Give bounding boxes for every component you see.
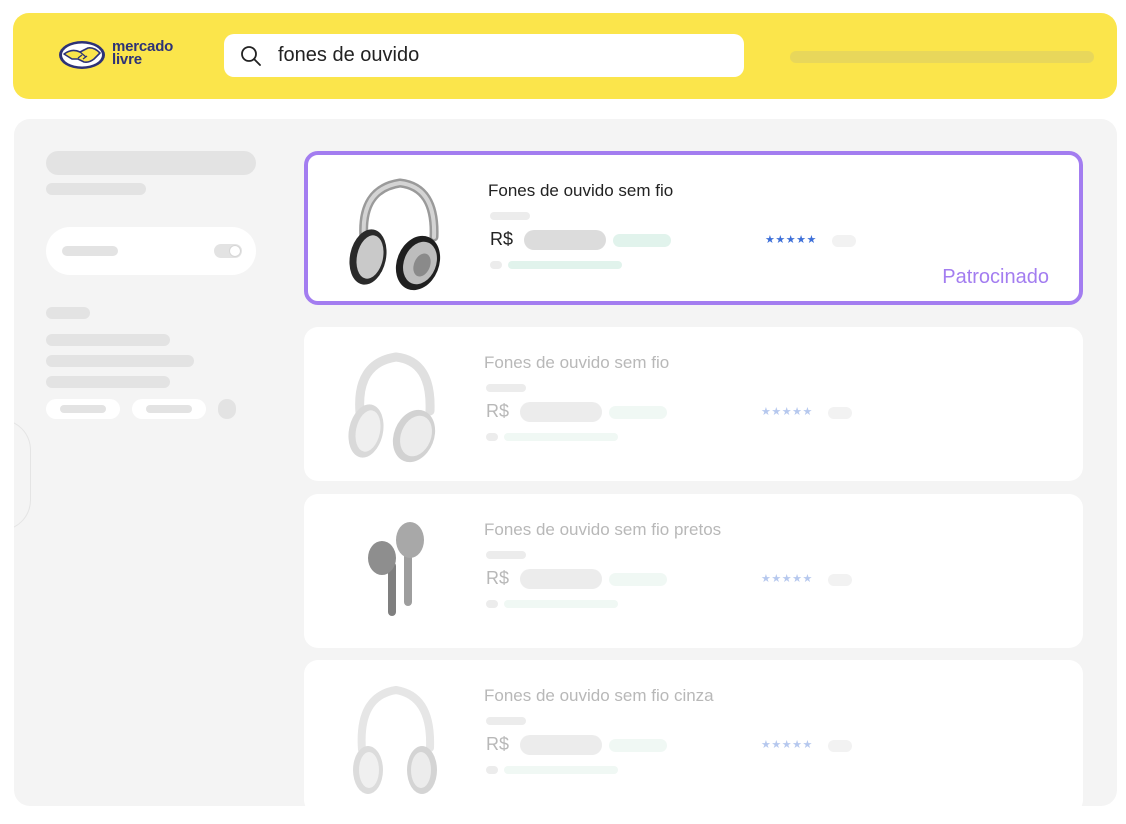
toggle-switch[interactable] [214, 244, 242, 258]
rating-count-skeleton [828, 574, 852, 586]
result-meta-dot [486, 600, 498, 608]
result-shipping-skeleton [504, 600, 618, 608]
result-subtitle-skeleton [486, 717, 526, 725]
mercado-livre-logo[interactable]: mercado livre [58, 35, 173, 75]
filter-skeleton-sub [46, 183, 146, 195]
filter-chip[interactable] [46, 399, 120, 419]
rating-count-skeleton [828, 407, 852, 419]
result-price-skeleton [520, 569, 602, 589]
result-discount-skeleton [613, 234, 671, 247]
result-title[interactable]: Fones de ouvido sem fio [488, 181, 673, 201]
headphones-light-icon [353, 685, 437, 794]
search-query[interactable]: fones de ouvido [278, 44, 419, 67]
header-placeholder-bar [790, 51, 1094, 63]
rating-count-skeleton [828, 740, 852, 752]
rating-stars: ★★★★★ [761, 739, 813, 751]
logo-wordmark: mercado livre [112, 39, 173, 67]
result-currency: R$ [486, 568, 510, 588]
result-shipping-skeleton [504, 766, 618, 774]
filter-toggle-card[interactable] [46, 227, 256, 275]
result-price-skeleton [520, 402, 602, 422]
filter-skeleton-line [46, 355, 194, 367]
headphones-white-icon [348, 352, 436, 463]
filter-skeleton-heading [46, 307, 90, 319]
result-subtitle-skeleton [486, 384, 526, 392]
result-meta-dot [486, 433, 498, 441]
result-card-sponsored[interactable]: Fones de ouvido sem fio R$ ★★★★★ Patroci… [304, 151, 1083, 305]
toggle-knob [229, 245, 241, 257]
result-currency: R$ [486, 734, 510, 754]
result-currency: R$ [490, 229, 514, 249]
result-meta-dot [490, 261, 502, 269]
filter-skeleton-title [46, 151, 256, 175]
result-meta-dot [486, 766, 498, 774]
result-shipping-skeleton [508, 261, 622, 269]
rating-stars: ★★★★★ [765, 234, 817, 246]
rating-stars: ★★★★★ [761, 406, 813, 418]
result-card[interactable]: Fones de ouvido sem fio cinza R$ ★★★★★ [304, 660, 1083, 806]
rating-stars: ★★★★★ [761, 573, 813, 585]
top-header: mercado livre fones de ouvido [13, 13, 1117, 99]
result-title[interactable]: Fones de ouvido sem fio [484, 353, 669, 373]
result-discount-skeleton [609, 406, 667, 419]
filter-skeleton-line [46, 376, 170, 388]
headphones-dark-icon [349, 178, 441, 291]
earbuds-icon [368, 522, 424, 616]
results-panel: Fones de ouvido sem fio R$ ★★★★★ Patroci… [14, 119, 1117, 806]
result-subtitle-skeleton [490, 212, 530, 220]
result-discount-skeleton [609, 573, 667, 586]
result-discount-skeleton [609, 739, 667, 752]
filter-skeleton-line [46, 334, 170, 346]
search-input[interactable]: fones de ouvido [224, 34, 744, 77]
toggle-label-skeleton [62, 246, 118, 256]
result-title[interactable]: Fones de ouvido sem fio cinza [484, 686, 714, 706]
result-subtitle-skeleton [486, 551, 526, 559]
filter-chip-more[interactable] [218, 399, 236, 419]
search-icon[interactable] [239, 44, 263, 68]
result-shipping-skeleton [504, 433, 618, 441]
result-price-skeleton [524, 230, 606, 250]
handshake-logo-icon [59, 41, 105, 69]
result-card[interactable]: Fones de ouvido sem fio R$ ★★★★★ [304, 327, 1083, 481]
sponsored-badge: Patrocinado [942, 266, 1049, 288]
result-currency: R$ [486, 401, 510, 421]
result-title[interactable]: Fones de ouvido sem fio pretos [484, 520, 721, 540]
side-decoration [14, 419, 31, 531]
rating-count-skeleton [832, 235, 856, 247]
result-price-skeleton [520, 735, 602, 755]
filter-chip[interactable] [132, 399, 206, 419]
result-card[interactable]: Fones de ouvido sem fio pretos R$ ★★★★★ [304, 494, 1083, 648]
